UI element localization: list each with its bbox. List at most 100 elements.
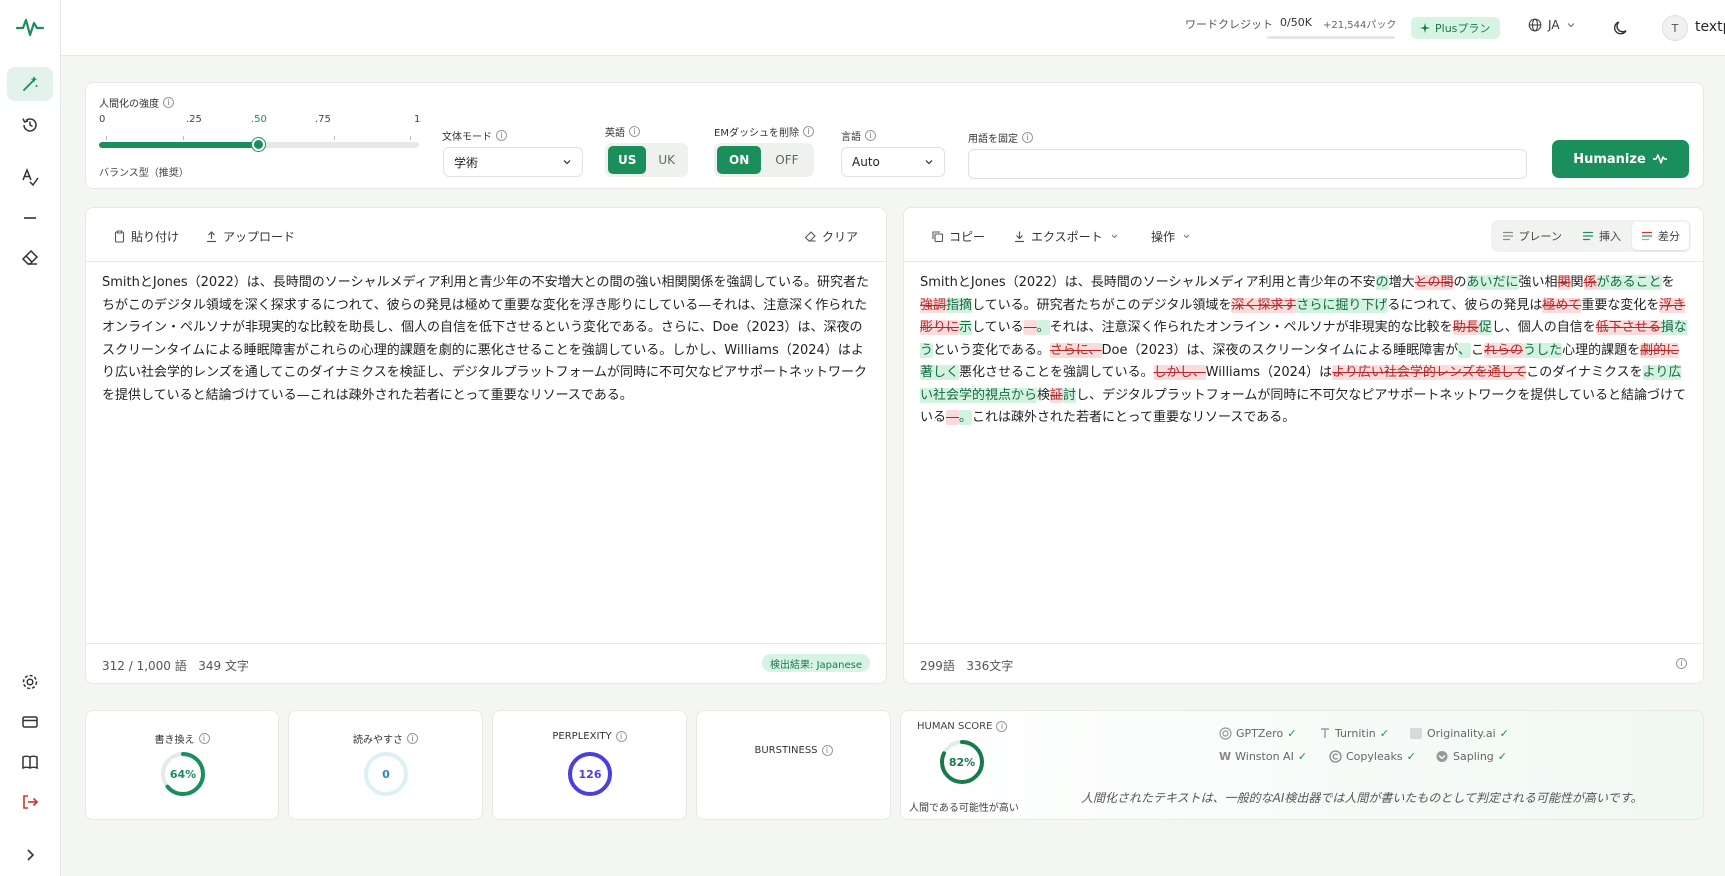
copy-button[interactable]: コピー	[931, 228, 985, 245]
info-icon[interactable]: i	[496, 130, 507, 141]
detector-name: Originality.ai	[1427, 727, 1496, 740]
tick-label: .75	[315, 114, 331, 125]
info-icon[interactable]: i	[1676, 658, 1687, 669]
output-panel-footer: 299語 336文字 i	[904, 643, 1703, 683]
info-icon[interactable]: i	[821, 745, 833, 756]
check-icon: ✓	[1297, 750, 1308, 763]
nav-billing[interactable]	[7, 705, 53, 739]
diff-insertion: あること	[1609, 275, 1662, 290]
info-icon[interactable]: i	[629, 126, 640, 137]
nav-history[interactable]	[7, 108, 53, 142]
export-menu[interactable]: エクスポート	[1013, 228, 1121, 245]
diff-unchanged: このダイナミクスを	[1526, 365, 1643, 380]
nav-eraser[interactable]	[7, 241, 53, 275]
detector-originality: Originality.ai ✓	[1409, 727, 1509, 740]
human-score-label-text: HUMAN SCORE	[917, 721, 993, 732]
avatar-initial: T	[1671, 21, 1679, 35]
readability-card: 読みやすさ i 0	[288, 710, 483, 820]
upload-icon	[207, 231, 216, 243]
nav-logout[interactable]	[7, 785, 53, 819]
input-textarea[interactable]: SmithとJones（2022）は、長時間のソーシャルメディア利用と青少年の不…	[102, 272, 870, 407]
view-diff-option[interactable]: 差分	[1632, 222, 1689, 250]
nav-settings[interactable]	[7, 665, 53, 699]
info-icon[interactable]: i	[407, 733, 418, 744]
pulse-logo-icon[interactable]	[15, 14, 45, 40]
turnitin-icon	[1321, 728, 1329, 738]
view-insert-label: 挿入	[1599, 230, 1621, 243]
diff-unchanged: し、個人の自信を	[1491, 320, 1596, 335]
paste-label: 貼り付け	[131, 230, 180, 244]
gear-icon	[22, 674, 38, 690]
diff-insertion: うした	[1523, 342, 1563, 358]
nav-grammar[interactable]	[7, 160, 53, 194]
intensity-label: 人間化の強度 i	[99, 95, 174, 110]
tick-mark	[106, 136, 107, 140]
username[interactable]: textpulse	[1695, 19, 1725, 35]
insert-lines-icon	[1583, 231, 1593, 241]
view-insert-option[interactable]: 挿入	[1573, 222, 1630, 250]
english-label: 英語 i	[605, 124, 640, 139]
diff-deletion: との間	[1414, 275, 1454, 290]
perplexity-label-text: PERPLEXITY	[552, 731, 612, 742]
word-credit-pack: +21,544パック	[1323, 20, 1397, 31]
info-icon[interactable]: i	[1022, 132, 1033, 143]
actions-menu[interactable]: 操作	[1151, 228, 1193, 245]
avatar[interactable]: T	[1662, 15, 1688, 41]
logout-icon	[23, 795, 39, 809]
intensity-slider-thumb[interactable]	[252, 138, 265, 151]
language-selector[interactable]: JA	[1528, 18, 1576, 32]
detector-name: Turnitin	[1335, 727, 1376, 740]
clear-button[interactable]: クリア	[804, 228, 858, 245]
output-word-count: 299語	[920, 659, 955, 673]
paste-button[interactable]: 貼り付け	[113, 228, 179, 245]
style-mode-value: 学術	[454, 155, 479, 170]
style-mode-select[interactable]: 学術	[443, 147, 583, 177]
nav-expand[interactable]	[7, 838, 53, 872]
emdash-option-off[interactable]: OFF	[763, 146, 810, 174]
diff-deletion: 劇的に	[1640, 342, 1680, 358]
view-diff-label: 差分	[1658, 230, 1680, 243]
english-option-uk[interactable]: UK	[648, 146, 685, 174]
view-plain-option[interactable]: プレーン	[1493, 222, 1571, 250]
nav-docs[interactable]	[7, 745, 53, 779]
diff-unchanged: それは、注意深く作られたオンライン・ペルソナが非現実的な比較を	[1049, 320, 1453, 335]
info-icon[interactable]: i	[198, 733, 210, 744]
humanize-button[interactable]: Humanize	[1552, 140, 1689, 178]
human-score-caption: 人間である可能性が高い	[909, 803, 1019, 814]
english-label-text: 英語	[605, 128, 625, 139]
info-icon[interactable]: i	[996, 721, 1008, 732]
intensity-slider[interactable]	[99, 138, 419, 151]
rewrite-label: 書き換え i	[86, 731, 278, 746]
diff-deletion: —	[1023, 320, 1037, 335]
diff-unchanged: るにつれて、彼らの発見は	[1387, 297, 1543, 313]
info-icon[interactable]: i	[865, 130, 876, 141]
nav-divider-tool[interactable]	[7, 201, 53, 235]
chevron-down-icon	[1111, 234, 1118, 239]
upload-button[interactable]: アップロード	[205, 228, 295, 245]
freeze-terms-input[interactable]	[968, 149, 1527, 179]
info-icon[interactable]: i	[163, 97, 174, 108]
diff-insertion: あいだに	[1466, 275, 1519, 290]
word-credit-bar	[1267, 36, 1395, 39]
plan-badge[interactable]: Plusプラン	[1411, 17, 1501, 39]
settings-card: 人間化の強度 i 0 .25 .50 .75 1 バランス型（推奨） 文体モード…	[85, 82, 1704, 189]
eraser-icon	[804, 231, 816, 242]
info-icon[interactable]: i	[802, 126, 814, 137]
clear-label: クリア	[822, 230, 859, 244]
input-word-count: 312 / 1,000 語	[102, 659, 187, 673]
humanize-button-label: Humanize	[1573, 151, 1646, 167]
info-icon[interactable]: i	[615, 731, 627, 742]
freeze-terms-label: 用語を固定 i	[968, 130, 1033, 145]
detector-name: Sapling	[1453, 750, 1494, 763]
diff-unchanged: 強い相	[1518, 275, 1558, 290]
diff-deletion: 係	[1583, 275, 1597, 290]
language-select[interactable]: Auto	[841, 147, 945, 177]
emdash-option-on[interactable]: ON	[717, 146, 762, 174]
diff-insertion: 著しく	[920, 365, 960, 380]
english-option-us[interactable]: US	[608, 146, 647, 174]
nav-humanize[interactable]	[7, 67, 53, 101]
output-diff-text[interactable]: SmithとJones（2022）は、長時間のソーシャルメディア利用と青少年の不…	[920, 272, 1687, 430]
check-icon: ✓	[1379, 727, 1389, 740]
moon-icon[interactable]	[1611, 18, 1631, 38]
copy-icon	[932, 231, 944, 243]
